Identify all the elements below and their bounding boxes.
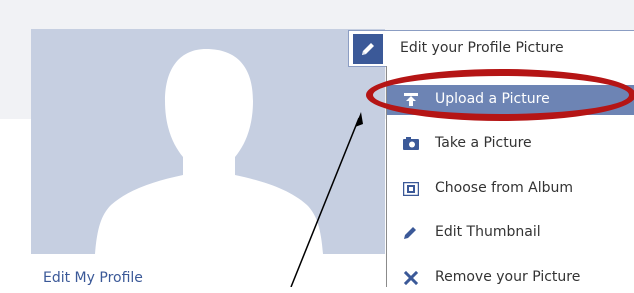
menu-item-edit-thumbnail[interactable]: Edit Thumbnail <box>387 218 634 248</box>
pencil-icon <box>403 226 419 240</box>
upload-icon <box>403 93 419 107</box>
edit-profile-picture-button[interactable]: Edit your Profile Picture <box>348 30 634 67</box>
menu-item-take-picture[interactable]: Take a Picture <box>387 129 634 159</box>
menu-item-label: Take a Picture <box>435 135 532 151</box>
menu-item-label: Edit Thumbnail <box>435 224 541 240</box>
edit-profile-picture-label: Edit your Profile Picture <box>400 40 564 56</box>
menu-item-upload-picture[interactable]: Upload a Picture <box>387 85 634 115</box>
pencil-icon <box>353 34 383 64</box>
edit-my-profile-link[interactable]: Edit My Profile <box>43 270 143 286</box>
menu-item-label: Remove your Picture <box>435 269 581 285</box>
x-icon <box>403 270 419 286</box>
menu-item-label: Upload a Picture <box>435 91 550 107</box>
profile-picture-menu: Upload a Picture Take a Picture Choose f… <box>386 66 634 287</box>
menu-item-choose-album[interactable]: Choose from Album <box>387 174 634 204</box>
menu-item-label: Choose from Album <box>435 180 574 196</box>
profile-picture-placeholder[interactable] <box>31 29 385 254</box>
camera-icon <box>403 137 419 151</box>
album-icon <box>402 181 420 197</box>
silhouette-icon <box>95 49 323 254</box>
menu-item-remove-picture[interactable]: Remove your Picture <box>387 263 634 293</box>
